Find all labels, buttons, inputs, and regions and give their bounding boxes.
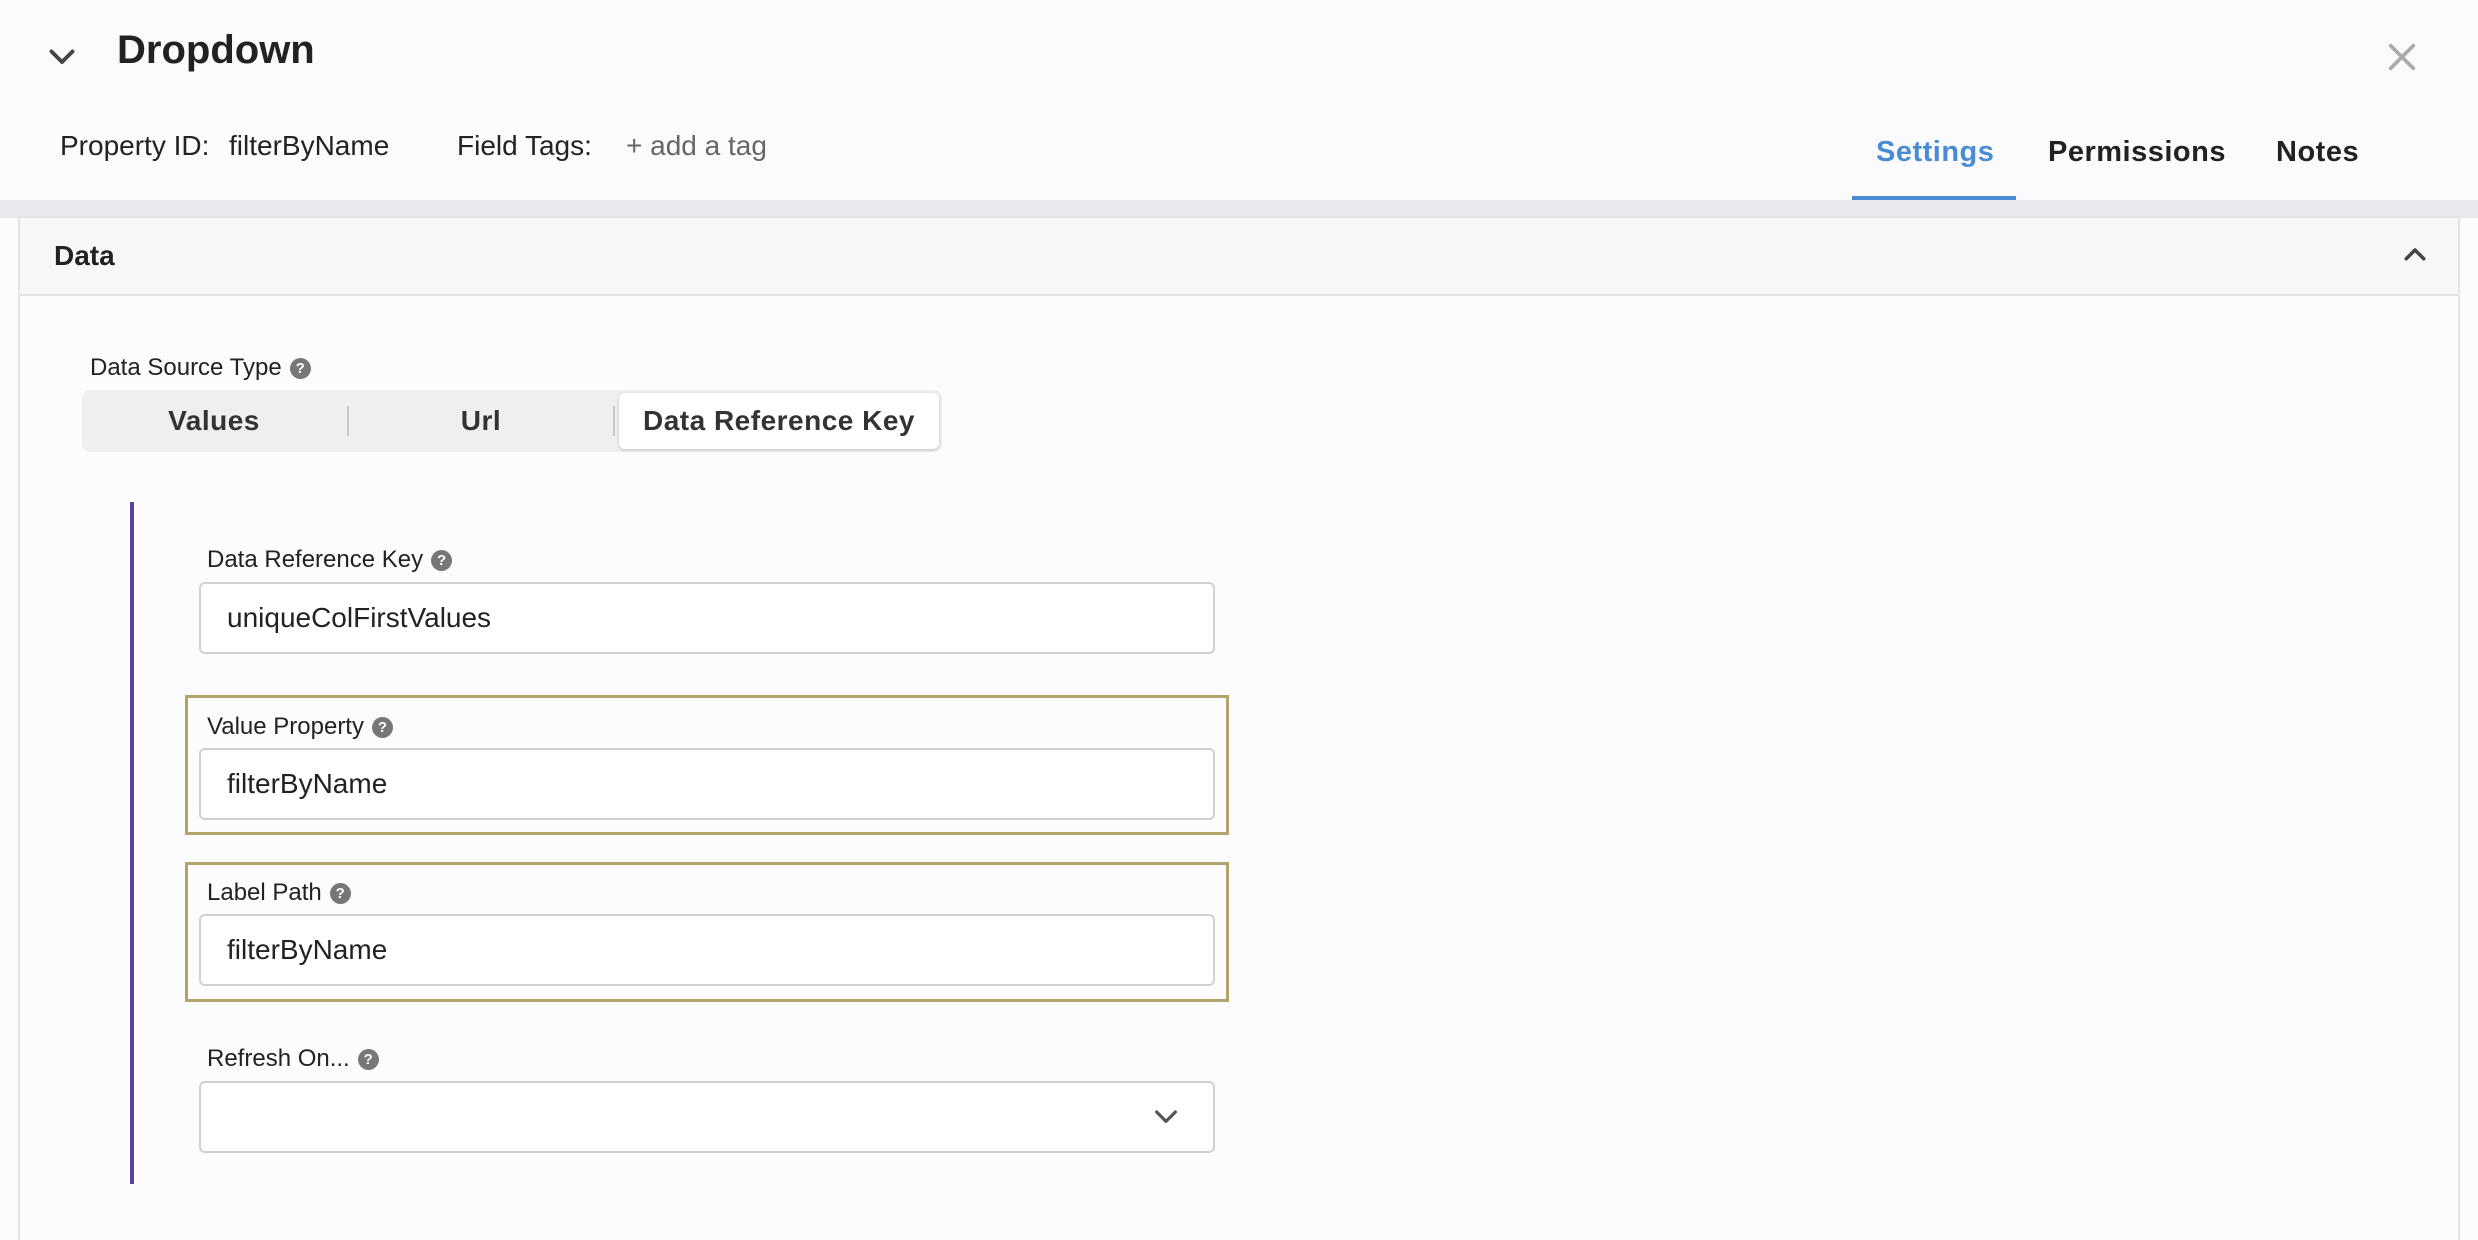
refresh-on-select[interactable] (199, 1081, 1215, 1153)
segment-divider (347, 406, 349, 436)
dialog-header: Dropdown Property ID: filterByName Field… (0, 0, 2478, 200)
panel-title: Data (54, 240, 115, 271)
refresh-on-label-text: Refresh On... (207, 1045, 350, 1072)
segment-divider (613, 406, 615, 436)
question-circle-icon[interactable]: ? (329, 883, 351, 904)
data-source-type-label: Data Source Type? (90, 354, 311, 382)
data-source-type-label-text: Data Source Type (90, 354, 282, 381)
question-circle-icon[interactable]: ? (357, 1049, 379, 1070)
data-source-type-toggle: Values Url Data Reference Key (82, 390, 942, 452)
data-panel-header[interactable]: Data (20, 218, 2458, 296)
property-id-label: Property ID: (60, 130, 210, 161)
refresh-on-label: Refresh On...? (207, 1045, 379, 1073)
question-circle-icon[interactable]: ? (289, 358, 311, 379)
data-reference-key-input[interactable]: uniqueColFirstValues (199, 582, 1215, 654)
field-tags-label: Field Tags: (457, 130, 592, 161)
tab-permissions[interactable]: Permissions (2048, 136, 2226, 169)
value-property-label-text: Value Property (207, 713, 364, 740)
segment-data-reference-key[interactable]: Data Reference Key (619, 393, 939, 449)
chevron-down-icon[interactable] (1150, 1100, 1182, 1132)
chevron-down-icon[interactable] (44, 38, 80, 74)
label-path-label: Label Path? (207, 879, 351, 907)
close-icon[interactable] (2385, 40, 2419, 74)
add-tag-link[interactable]: + add a tag (626, 130, 767, 162)
value-property-label: Value Property? (207, 713, 393, 741)
value-property-input[interactable]: filterByName (199, 748, 1215, 820)
nested-options-rail (130, 502, 134, 1184)
label-path-input[interactable]: filterByName (199, 914, 1215, 986)
data-reference-key-label: Data Reference Key? (207, 546, 453, 574)
property-id-value: filterByName (229, 130, 390, 161)
dialog-title: Dropdown (117, 28, 315, 72)
data-reference-key-label-text: Data Reference Key (207, 546, 424, 573)
tab-notes[interactable]: Notes (2276, 136, 2359, 169)
label-path-label-text: Label Path (207, 879, 322, 906)
question-circle-icon[interactable]: ? (371, 717, 393, 738)
question-circle-icon[interactable]: ? (431, 550, 453, 571)
chevron-up-icon[interactable] (2400, 240, 2430, 270)
segment-values[interactable]: Values (82, 390, 346, 452)
segment-url[interactable]: Url (350, 390, 612, 452)
tab-settings[interactable]: Settings (1876, 136, 1994, 169)
